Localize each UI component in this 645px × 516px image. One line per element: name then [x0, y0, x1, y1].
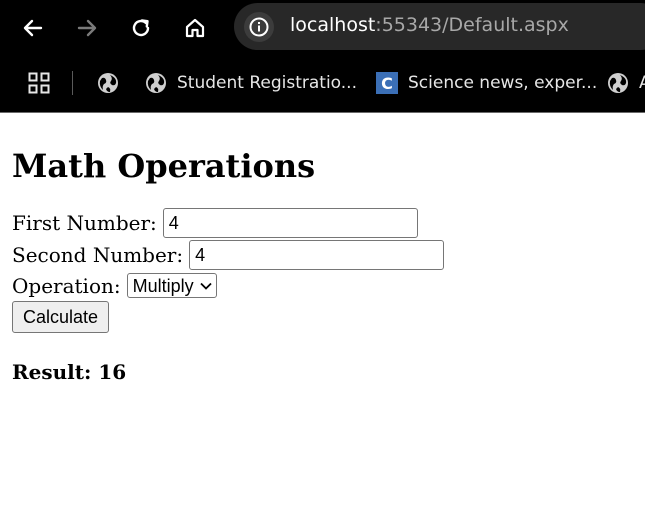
- url-host: localhost: [290, 14, 376, 36]
- bookmark-1[interactable]: [97, 70, 119, 96]
- bookmark-student-registration[interactable]: Student Registratio...: [145, 70, 357, 96]
- bookmark-label: Science news, exper...: [408, 73, 598, 93]
- site-info-icon[interactable]: [244, 12, 274, 42]
- forward-button[interactable]: [69, 10, 105, 46]
- operation-label: Operation:: [12, 273, 121, 298]
- second-number-row: Second Number:: [12, 239, 632, 271]
- bookmarks-divider: [72, 71, 73, 95]
- c-favicon-icon: C: [376, 72, 398, 94]
- globe-icon: [98, 73, 118, 93]
- math-form: First Number: Second Number: Operation: …: [12, 207, 632, 384]
- second-number-input[interactable]: [189, 240, 445, 270]
- result-text: Result: 16: [12, 360, 127, 384]
- calculate-button[interactable]: Calculate: [12, 301, 110, 333]
- operation-row: Operation: Multiply: [12, 271, 632, 300]
- url-path: :55343/Default.aspx: [375, 14, 569, 36]
- globe-icon: [608, 73, 628, 93]
- bookmark-label: A: [639, 73, 645, 93]
- page-title: Math Operations: [12, 147, 316, 185]
- address-bar[interactable]: localhost:55343/Default.aspx: [234, 3, 645, 50]
- back-button[interactable]: [15, 10, 51, 46]
- operation-select[interactable]: Multiply: [126, 273, 217, 298]
- first-number-label: First Number:: [12, 211, 157, 235]
- chevron-down-icon: [200, 282, 212, 290]
- bookmark-label: Student Registratio...: [177, 73, 357, 93]
- svg-text:C: C: [381, 74, 393, 93]
- bookmark-science-news[interactable]: C Science news, exper...: [376, 70, 597, 96]
- operation-selected-value: Multiply: [132, 275, 194, 296]
- reload-button[interactable]: [123, 10, 159, 46]
- url-text[interactable]: localhost:55343/Default.aspx: [290, 14, 569, 36]
- browser-toolbar: localhost:55343/Default.aspx: [0, 0, 645, 56]
- bookmarks-bar: Student Registratio... C Science news, e…: [0, 56, 645, 109]
- second-number-label: Second Number:: [12, 243, 184, 267]
- home-button[interactable]: [177, 10, 213, 46]
- forward-arrow-icon: [77, 19, 97, 37]
- reload-icon: [132, 19, 150, 37]
- apps-grid-icon[interactable]: [28, 72, 50, 98]
- home-icon: [185, 18, 205, 38]
- back-arrow-icon: [23, 19, 43, 37]
- globe-icon: [146, 73, 166, 93]
- browser-chrome: localhost:55343/Default.aspx Student Reg…: [0, 0, 645, 113]
- first-number-input[interactable]: [162, 208, 418, 238]
- first-number-row: First Number:: [12, 207, 632, 239]
- bookmark-4[interactable]: A: [607, 70, 645, 96]
- page-content: Math Operations First Number: Second Num…: [12, 113, 632, 384]
